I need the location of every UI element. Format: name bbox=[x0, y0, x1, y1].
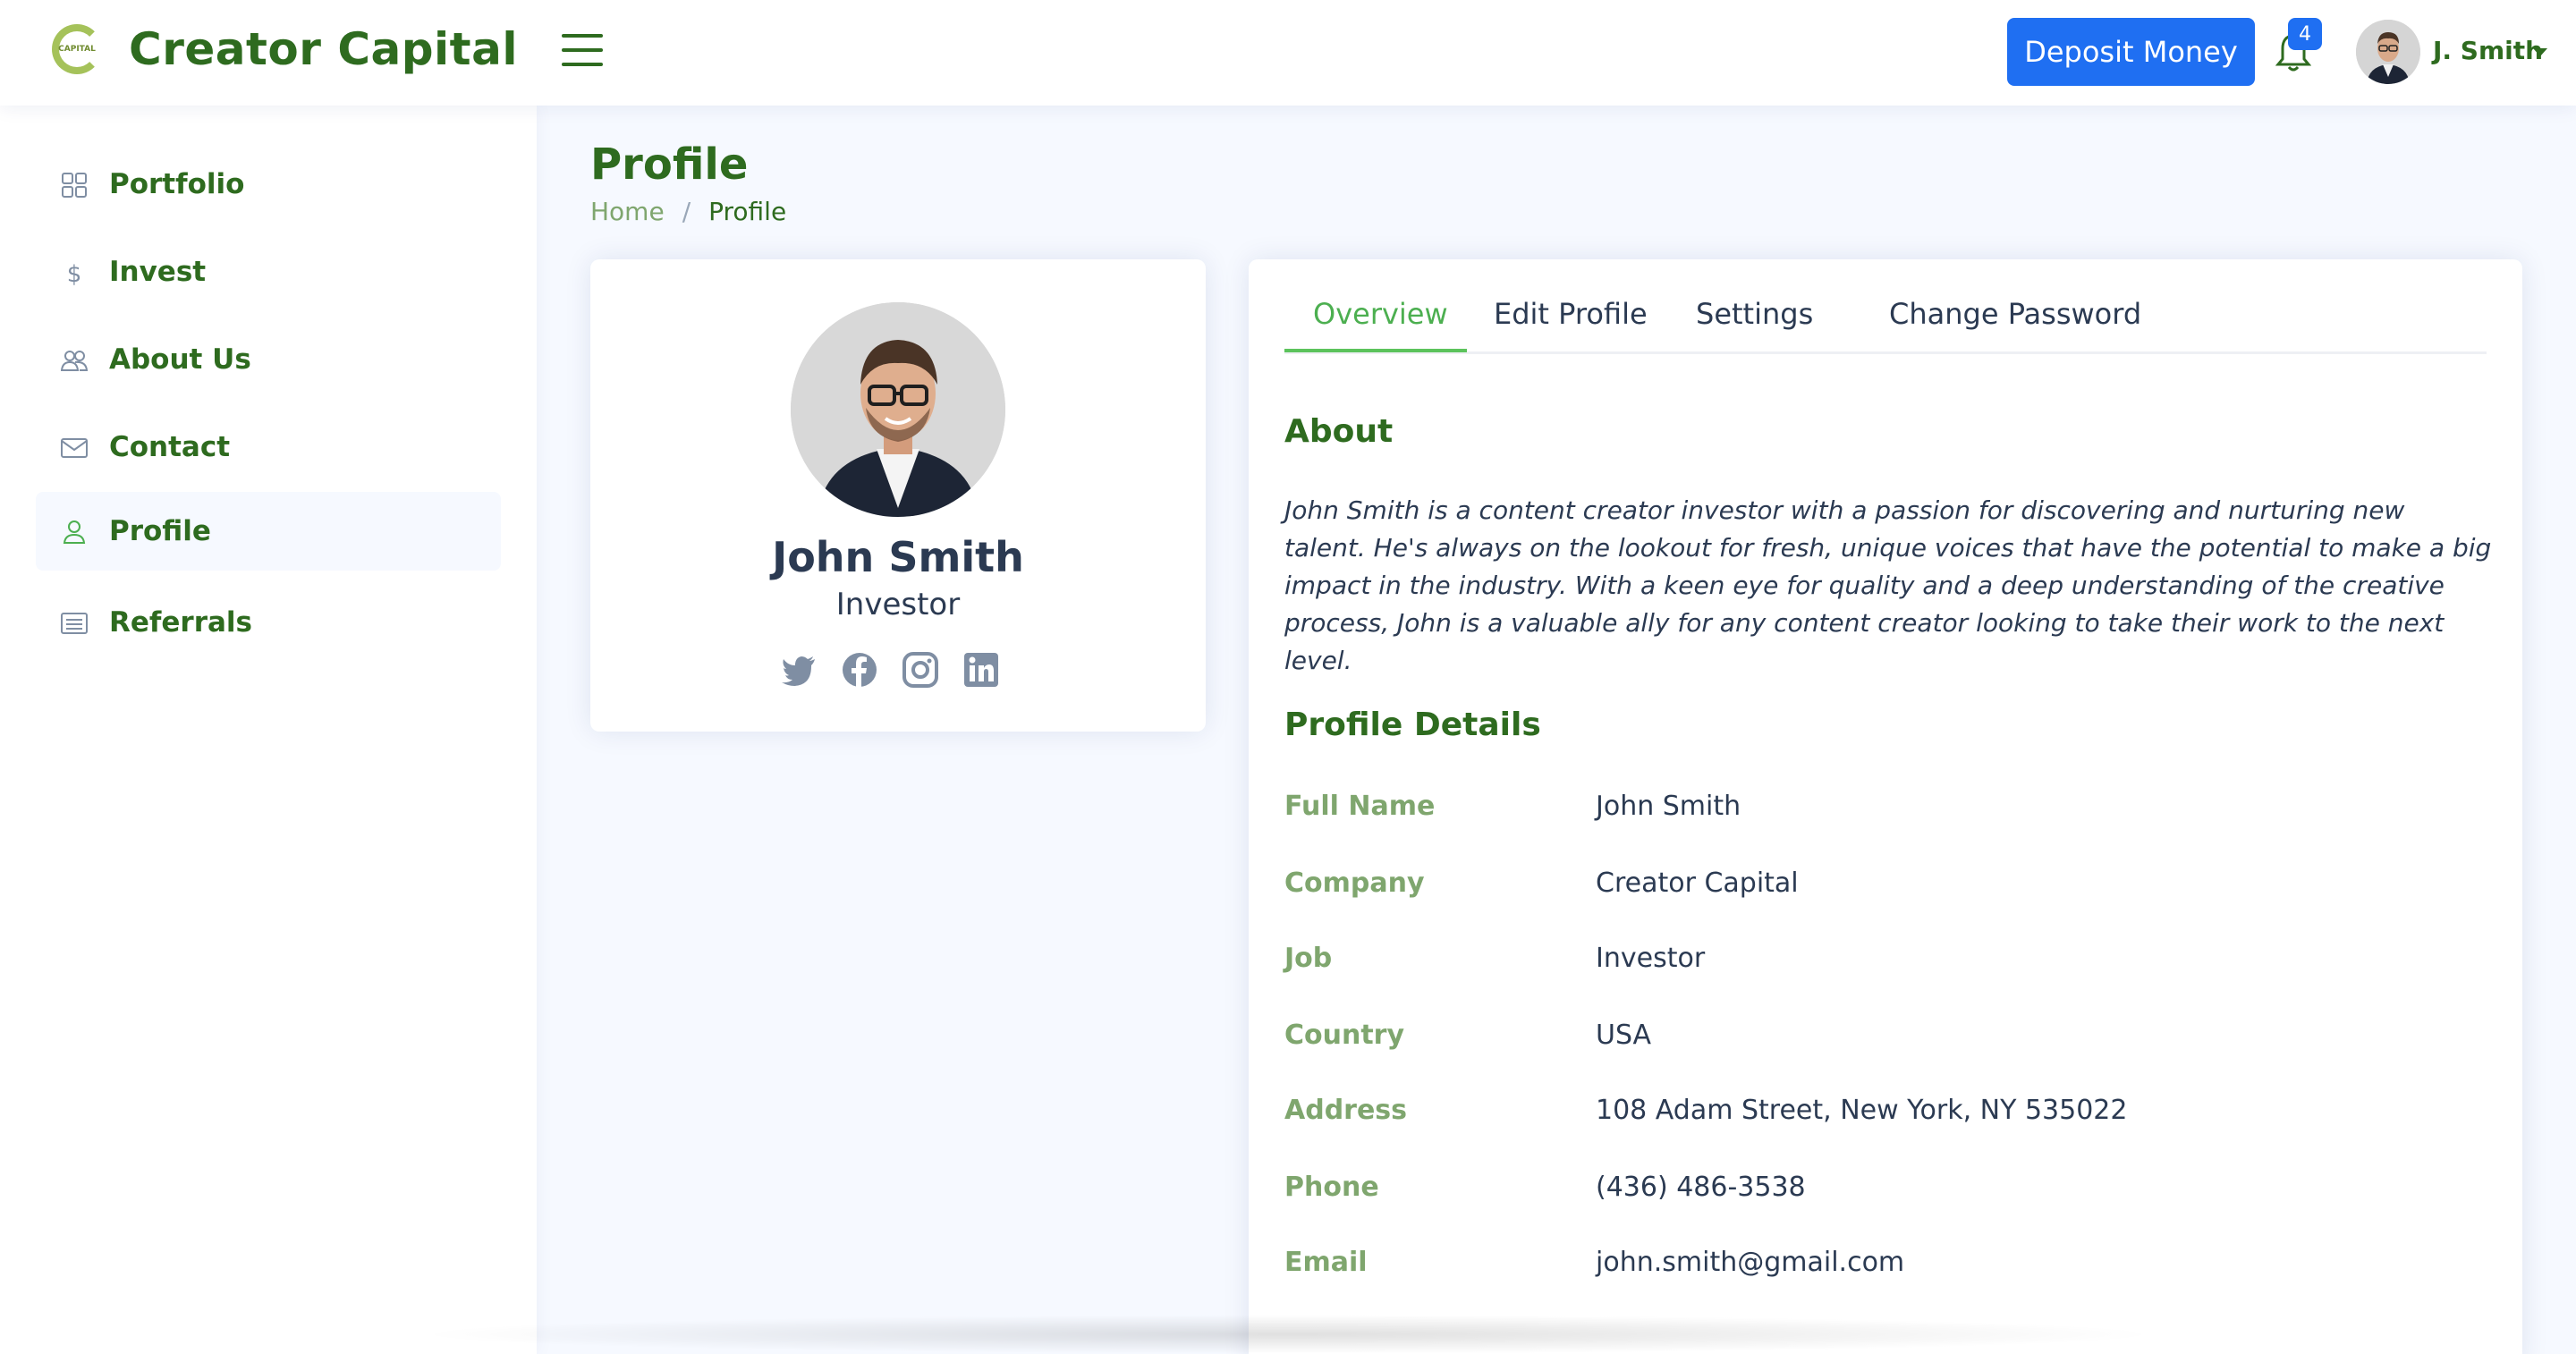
detail-label-country: Country bbox=[1284, 1020, 1405, 1051]
sidebar-item-label: Invest bbox=[109, 256, 207, 288]
user-name[interactable]: J. Smith bbox=[2433, 36, 2543, 65]
svg-text:$: $ bbox=[67, 261, 82, 286]
brand-logo[interactable]: CAPITAL Creator Capital bbox=[52, 23, 518, 75]
instagram-icon[interactable] bbox=[902, 651, 939, 689]
sidebar-item-label: Contact bbox=[109, 431, 231, 463]
detail-label-full-name: Full Name bbox=[1284, 791, 1436, 822]
detail-label-phone: Phone bbox=[1284, 1172, 1379, 1203]
active-tab-indicator bbox=[1284, 349, 1467, 352]
detail-value-job: Investor bbox=[1596, 943, 1706, 974]
detail-value-email: john.smith@gmail.com bbox=[1596, 1247, 1905, 1278]
detail-value-company: Creator Capital bbox=[1596, 867, 1799, 899]
sidebar-item-invest[interactable]: $ Invest bbox=[36, 233, 501, 311]
profile-details-card: Overview Edit Profile Settings Change Pa… bbox=[1249, 259, 2522, 1354]
profile-role: Investor bbox=[835, 587, 961, 622]
detail-value-full-name: John Smith bbox=[1596, 791, 1741, 822]
detail-value-country: USA bbox=[1596, 1020, 1652, 1051]
top-header: CAPITAL Creator Capital Deposit Money 4 … bbox=[0, 0, 2576, 106]
sidebar-item-label: Profile bbox=[109, 515, 211, 547]
sidebar: Portfolio $ Invest About Us Contact Prof… bbox=[0, 106, 537, 1354]
sidebar-item-profile[interactable]: Profile bbox=[36, 492, 501, 571]
profile-name: John Smith bbox=[772, 533, 1024, 581]
sidebar-item-label: Referrals bbox=[109, 606, 252, 639]
dollar-icon: $ bbox=[67, 261, 82, 286]
page-title: Profile bbox=[590, 140, 749, 190]
deposit-money-button[interactable]: Deposit Money bbox=[2007, 18, 2255, 86]
facebook-icon[interactable] bbox=[841, 651, 878, 689]
logo-mark-text: CAPITAL bbox=[58, 45, 96, 54]
profile-card: John Smith Investor bbox=[590, 259, 1206, 732]
breadcrumb-home-link[interactable]: Home bbox=[590, 197, 665, 226]
detail-value-phone: (436) 486-3538 bbox=[1596, 1172, 1806, 1203]
logo-icon: CAPITAL bbox=[52, 24, 102, 74]
list-icon bbox=[61, 613, 88, 634]
window-bottom-shadow bbox=[411, 1315, 2165, 1354]
twitter-icon[interactable] bbox=[780, 651, 818, 689]
brand-name[interactable]: Creator Capital bbox=[129, 23, 518, 75]
sidebar-item-referrals[interactable]: Referrals bbox=[36, 583, 501, 662]
breadcrumb-separator: / bbox=[682, 197, 691, 226]
chevron-down-icon[interactable] bbox=[2533, 48, 2547, 56]
grid-icon bbox=[62, 173, 87, 198]
social-links bbox=[780, 651, 1016, 690]
avatar-photo bbox=[2356, 20, 2420, 84]
people-icon bbox=[61, 351, 88, 371]
profile-details-heading: Profile Details bbox=[1284, 707, 1541, 743]
detail-label-company: Company bbox=[1284, 867, 1425, 899]
notification-badge: 4 bbox=[2288, 18, 2322, 50]
sidebar-item-label: Portfolio bbox=[109, 168, 245, 200]
profile-tabs: Overview Edit Profile Settings Change Pa… bbox=[1284, 295, 2487, 354]
about-heading: About bbox=[1284, 413, 1394, 450]
sidebar-item-portfolio[interactable]: Portfolio bbox=[36, 145, 501, 224]
tab-overview[interactable]: Overview bbox=[1313, 297, 1448, 331]
user-avatar[interactable] bbox=[2356, 20, 2420, 84]
envelope-icon bbox=[61, 438, 88, 458]
detail-value-address: 108 Adam Street, New York, NY 535022 bbox=[1596, 1095, 2128, 1126]
sidebar-item-contact[interactable]: Contact bbox=[36, 408, 501, 487]
detail-label-job: Job bbox=[1284, 943, 1333, 974]
breadcrumb-current: Profile bbox=[708, 197, 787, 226]
tab-edit-profile[interactable]: Edit Profile bbox=[1494, 297, 1648, 331]
detail-label-email: Email bbox=[1284, 1247, 1368, 1278]
detail-label-address: Address bbox=[1284, 1095, 1408, 1126]
linkedin-icon[interactable] bbox=[962, 651, 1000, 689]
profile-photo-image bbox=[791, 302, 1005, 517]
sidebar-item-about-us[interactable]: About Us bbox=[36, 320, 501, 399]
breadcrumb: Home / Profile bbox=[590, 197, 786, 226]
menu-toggle-icon[interactable] bbox=[562, 34, 603, 70]
profile-photo bbox=[791, 302, 1005, 517]
tab-change-password[interactable]: Change Password bbox=[1889, 297, 2141, 331]
person-icon bbox=[63, 520, 86, 544]
sidebar-item-label: About Us bbox=[109, 343, 251, 376]
about-text: John Smith is a content creator investor… bbox=[1284, 495, 2492, 675]
tab-settings[interactable]: Settings bbox=[1696, 297, 1813, 331]
